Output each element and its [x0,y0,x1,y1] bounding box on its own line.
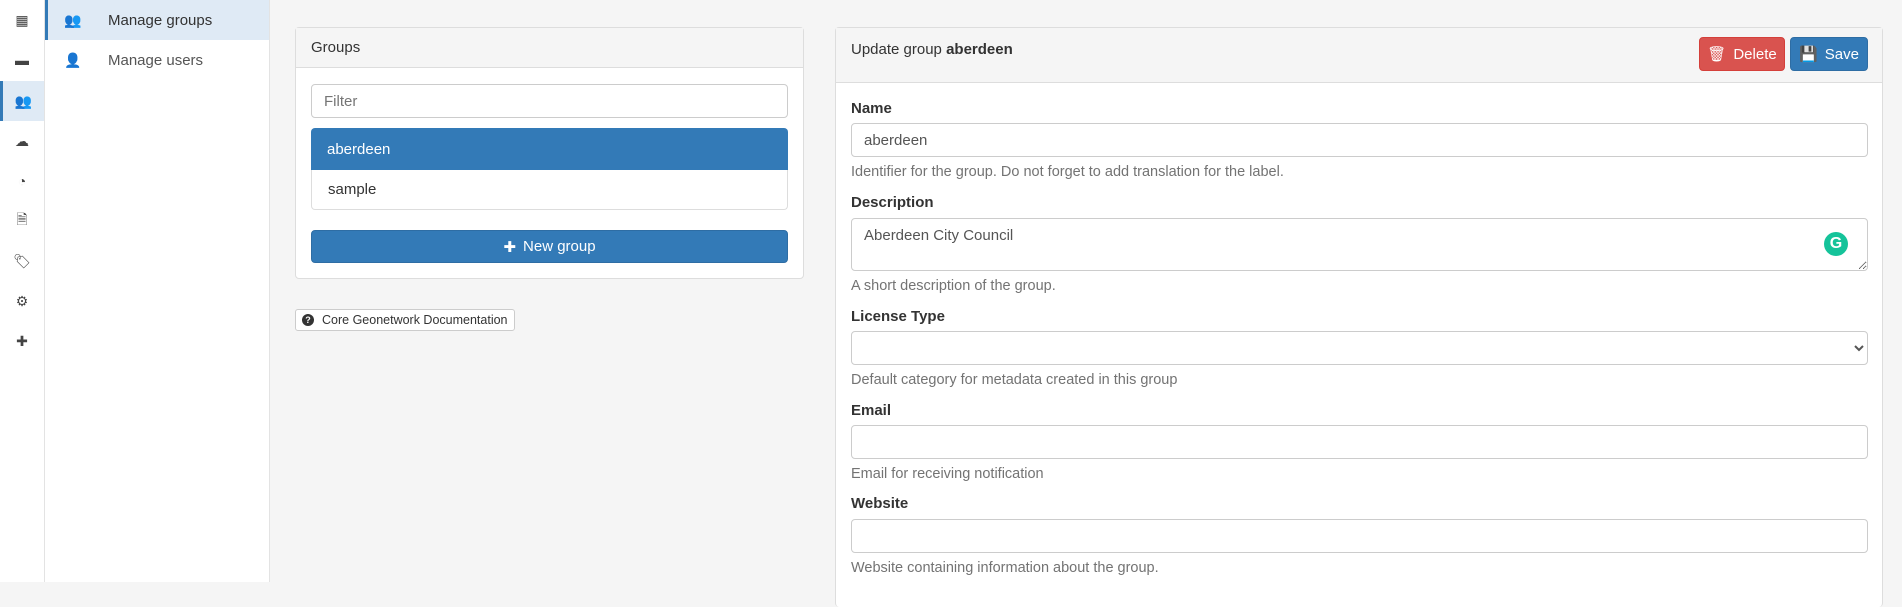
plus-icon: ✚ [503,238,517,256]
email-help: Email for receiving notification [851,466,1044,482]
update-group-header: Update group aberdeen 🗑 Delete 💾 Save [836,28,1882,83]
update-group-panel: Update group aberdeen 🗑 Delete 💾 Save Name… [835,27,1883,607]
website-help: Website containing information about the… [851,560,1159,576]
question-icon: ? [302,314,314,326]
new-group-button[interactable]: ✚ New group [311,230,788,263]
license-type-select[interactable] [851,331,1868,365]
save-button[interactable]: 💾 Save [1790,37,1868,71]
archive-icon[interactable]: ▬ [0,40,44,80]
website-label: Website [851,495,909,512]
groups-panel: Groups aberdeen sample ✚New group [295,27,804,279]
name-label: Name [851,100,892,117]
dashboard-icon[interactable]: ◔ [0,161,44,201]
description-label: Description [851,194,934,211]
license-type-help: Default category for metadata created in… [851,372,1178,388]
nav-manage-groups[interactable]: 👥 Manage groups [45,0,269,40]
grammarly-icon[interactable]: G [1824,232,1848,256]
file-icon[interactable]: 🗎 [0,201,44,241]
filter-input[interactable] [311,84,788,118]
users-icon: 👥 [64,11,82,28]
groups-panel-header: Groups [296,28,803,68]
gear-icon[interactable]: ⚙ [0,281,44,321]
documentation-button[interactable]: ? Core Geonetwork Documentation [295,309,515,331]
website-input[interactable] [851,519,1868,553]
name-input[interactable] [851,123,1868,157]
trash-icon: 🗑 [1707,46,1727,63]
name-help: Identifier for the group. Do not forget … [851,164,1284,180]
form-title: Update group aberdeen [851,41,1013,58]
grid-icon[interactable]: ▦ [0,0,44,40]
group-item-sample[interactable]: sample [311,170,788,210]
sub-navigation: 👥 Manage groups 👤 Manage users [45,0,270,582]
license-type-label: License Type [851,308,945,325]
medkit-icon[interactable]: ✚ [0,321,44,361]
description-textarea[interactable]: Aberdeen City Council [851,218,1868,271]
tags-icon[interactable]: 🏷 [0,241,44,281]
group-item-aberdeen[interactable]: aberdeen [311,128,788,170]
save-icon: 💾 [1799,46,1818,63]
email-label: Email [851,402,892,419]
user-icon: 👤 [64,51,82,68]
description-help: A short description of the group. [851,278,1056,294]
icon-sidebar: ▦ ▬ 👥 ☁ ◔ 🗎 🏷 ⚙ ✚ [0,0,45,582]
users-icon[interactable]: 👥 [0,81,44,121]
cloud-download-icon[interactable]: ☁ [0,121,44,161]
email-input[interactable] [851,425,1868,459]
delete-button[interactable]: 🗑 Delete [1699,37,1785,71]
nav-manage-users[interactable]: 👤 Manage users [45,40,269,80]
